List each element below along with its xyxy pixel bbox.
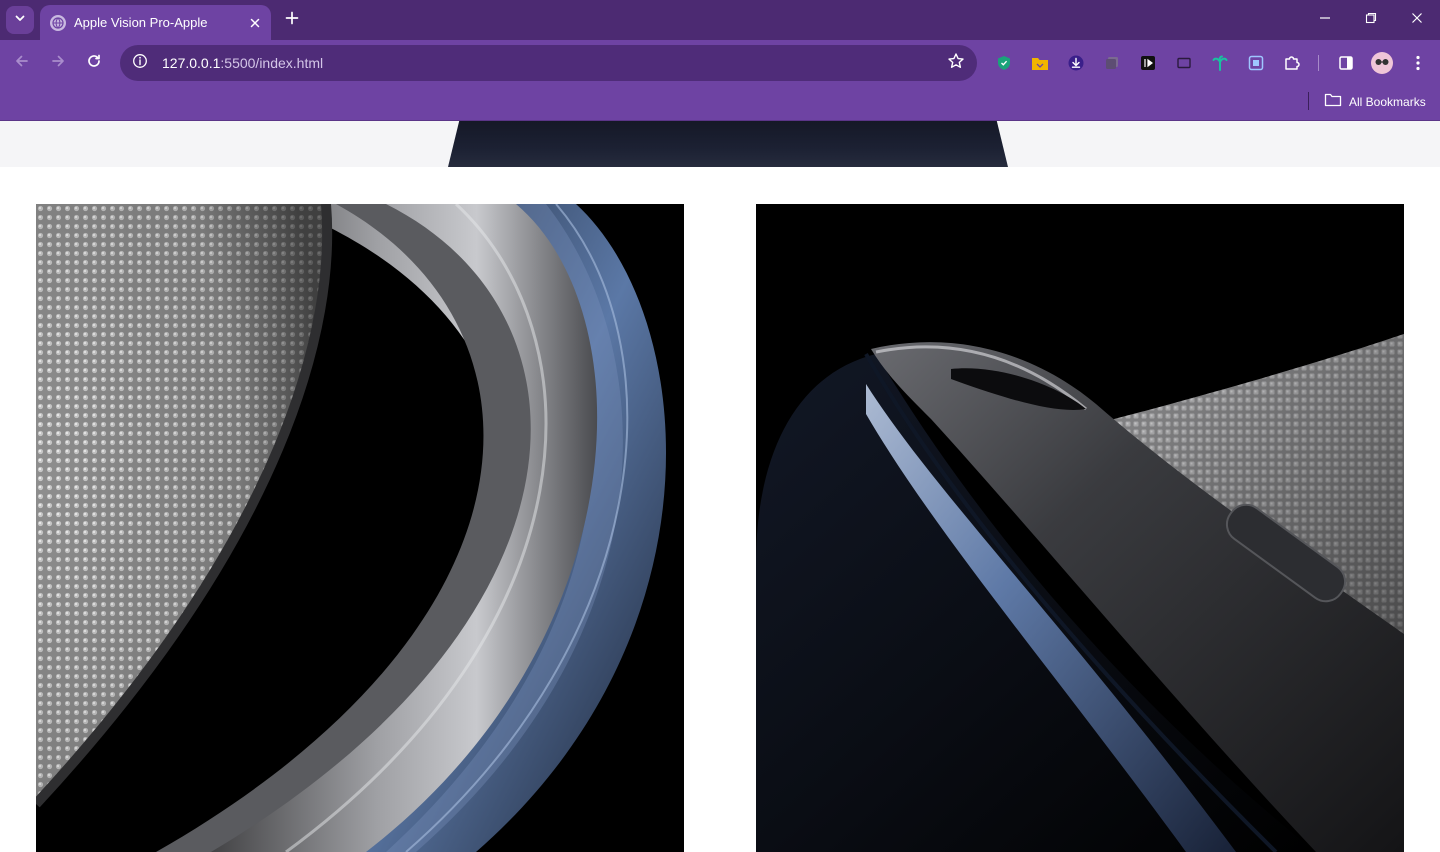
address-bar[interactable]: 127.0.0.1:5500/index.html bbox=[120, 45, 977, 81]
back-button[interactable] bbox=[8, 49, 36, 77]
browser-tab-active[interactable]: Apple Vision Pro-Apple bbox=[40, 5, 271, 40]
headband-closeup-left bbox=[36, 204, 684, 852]
chevron-down-icon bbox=[14, 11, 26, 29]
puzzle-icon[interactable] bbox=[1280, 51, 1304, 75]
page-viewport bbox=[0, 121, 1440, 852]
star-icon[interactable] bbox=[947, 52, 965, 75]
hero-image bbox=[448, 121, 1008, 167]
window-extension-icon[interactable] bbox=[1172, 51, 1196, 75]
browser-toolbar: 127.0.0.1:5500/index.html bbox=[0, 40, 1440, 86]
globe-icon bbox=[50, 14, 66, 31]
media-extension-icon[interactable] bbox=[1136, 51, 1160, 75]
avatar[interactable] bbox=[1370, 51, 1394, 75]
minimize-icon bbox=[1319, 11, 1331, 29]
bookmarks-bar: All Bookmarks bbox=[0, 86, 1440, 121]
minimize-button[interactable] bbox=[1311, 6, 1339, 34]
arrow-left-icon bbox=[14, 53, 30, 74]
folder-icon bbox=[1324, 93, 1342, 112]
url-text[interactable]: 127.0.0.1:5500/index.html bbox=[162, 55, 947, 71]
side-panel-icon[interactable] bbox=[1334, 51, 1358, 75]
tab-strip: Apple Vision Pro-Apple bbox=[0, 0, 1440, 40]
plus-icon bbox=[285, 11, 299, 30]
hero-section bbox=[0, 121, 1440, 167]
tabs-extension-icon[interactable] bbox=[1100, 51, 1124, 75]
download-extension-icon[interactable] bbox=[1064, 51, 1088, 75]
new-tab-button[interactable] bbox=[280, 8, 304, 32]
forward-button[interactable] bbox=[44, 49, 72, 77]
restore-button[interactable] bbox=[1357, 6, 1385, 34]
headband-closeup-right bbox=[756, 204, 1404, 852]
reload-button[interactable] bbox=[80, 49, 108, 77]
url-path: :5500/index.html bbox=[220, 55, 324, 71]
close-window-button[interactable] bbox=[1403, 6, 1431, 34]
folder-extension-icon[interactable] bbox=[1028, 51, 1052, 75]
close-icon bbox=[1411, 11, 1423, 29]
all-bookmarks-button[interactable]: All Bookmarks bbox=[1324, 91, 1426, 113]
restore-icon bbox=[1365, 11, 1377, 29]
reload-icon bbox=[86, 53, 102, 74]
bookmarks-divider bbox=[1308, 92, 1309, 110]
crop-extension-icon[interactable] bbox=[1244, 51, 1268, 75]
all-bookmarks-label: All Bookmarks bbox=[1349, 95, 1426, 109]
palm-extension-icon[interactable] bbox=[1208, 51, 1232, 75]
tab-title: Apple Vision Pro-Apple bbox=[74, 15, 208, 30]
close-icon[interactable] bbox=[247, 15, 263, 31]
url-host: 127.0.0.1 bbox=[162, 55, 221, 71]
shield-extension-icon[interactable] bbox=[992, 51, 1016, 75]
toolbar-divider bbox=[1318, 55, 1319, 71]
kebab-menu-icon[interactable] bbox=[1406, 51, 1430, 75]
info-icon[interactable] bbox=[132, 53, 148, 74]
arrow-right-icon bbox=[50, 53, 66, 74]
tab-search-button[interactable] bbox=[6, 6, 34, 34]
